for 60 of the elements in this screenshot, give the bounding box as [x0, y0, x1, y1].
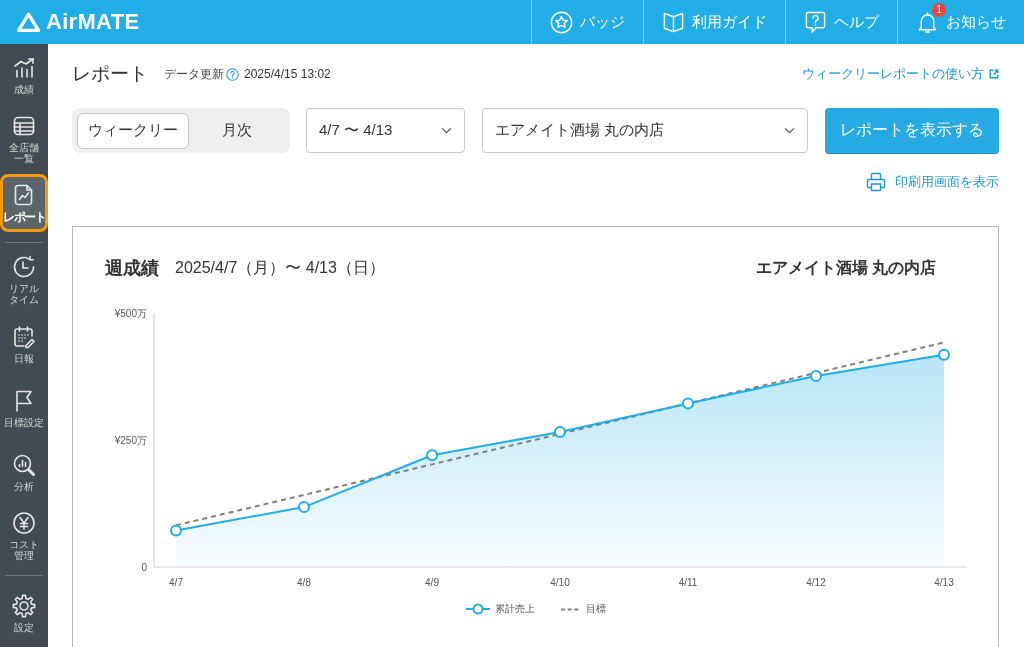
legend-label: 目標 — [586, 602, 606, 616]
sidebar-item[interactable]: 全店舗 一覧 — [0, 110, 48, 168]
axis-label: 4/10 — [550, 577, 570, 588]
axis-label: ¥500万 — [114, 307, 147, 319]
axis-label: 4/7 — [169, 577, 183, 588]
sidebar-item[interactable]: 設定 — [0, 584, 48, 642]
chevron-down-icon — [440, 127, 452, 134]
sidebar-item[interactable]: 目標設定 — [0, 379, 48, 437]
help-icon — [804, 10, 827, 34]
data-point — [298, 501, 310, 514]
period-tab[interactable]: ウィークリー — [77, 112, 189, 149]
data-point — [170, 524, 182, 537]
report-period: 2025/4/7（月）〜 4/13（日） — [175, 257, 385, 278]
axis-label: 4/9 — [425, 577, 439, 588]
book-icon — [662, 10, 685, 34]
star-circle-icon — [550, 10, 573, 34]
sidebar-item[interactable]: リアル タイム — [0, 251, 48, 309]
axis-label: 4/11 — [678, 577, 698, 588]
magnifier-chart-icon — [12, 452, 36, 477]
dashed-line-icon — [561, 607, 581, 611]
data-point — [426, 449, 438, 462]
bar-chart-icon — [12, 55, 36, 80]
axis-label: ¥250万 — [114, 434, 147, 446]
notification-badge: 1 — [932, 2, 946, 17]
nav-button[interactable]: 1 お知らせ — [897, 0, 1024, 44]
external-link-icon — [989, 69, 999, 79]
settings-icon — [12, 593, 36, 618]
sidebar-item[interactable]: 日報 — [0, 315, 48, 373]
bell-icon — [916, 10, 939, 34]
data-point — [682, 397, 694, 410]
axis-label: 4/13 — [934, 577, 954, 588]
period-tab[interactable]: 月次 — [189, 112, 285, 149]
sidebar-item[interactable]: 分析 — [0, 443, 48, 501]
data-point — [554, 425, 566, 438]
printer-icon — [866, 172, 886, 192]
sidebar-item[interactable]: コスト 管理 — [0, 507, 48, 565]
chevron-down-icon — [783, 127, 795, 134]
sidebar-item[interactable]: 成績 — [0, 46, 48, 104]
triangle-icon — [16, 11, 41, 33]
help-icon — [226, 67, 239, 81]
page-title: レポート — [72, 62, 148, 86]
store-name: エアメイト酒場 丸の内店 — [755, 257, 936, 278]
report-title: 週成績 — [105, 257, 159, 280]
update-time: 2025/4/15 13:02 — [244, 67, 331, 81]
update-label: データ更新 — [164, 65, 224, 83]
data-point — [938, 348, 950, 361]
yen-icon — [12, 511, 36, 535]
week-select[interactable]: 4/7 〜 4/13 — [306, 108, 465, 153]
legend-label: 累計売上 — [495, 602, 535, 616]
axis-label: 0 — [141, 561, 147, 573]
calendar-pen-icon — [12, 324, 36, 349]
data-point — [810, 370, 822, 382]
table-icon — [12, 114, 36, 138]
clock-icon — [12, 255, 36, 279]
store-select[interactable]: エアメイト酒場 丸の内店 — [481, 108, 808, 153]
axis-label: 4/8 — [297, 577, 311, 588]
guide-link[interactable]: ウィークリーレポートの使い方 — [802, 65, 999, 83]
print-link[interactable]: 印刷用画面を表示 — [866, 172, 999, 192]
sidebar-item[interactable]: レポート — [0, 174, 48, 232]
axis-label: 4/12 — [806, 577, 826, 588]
